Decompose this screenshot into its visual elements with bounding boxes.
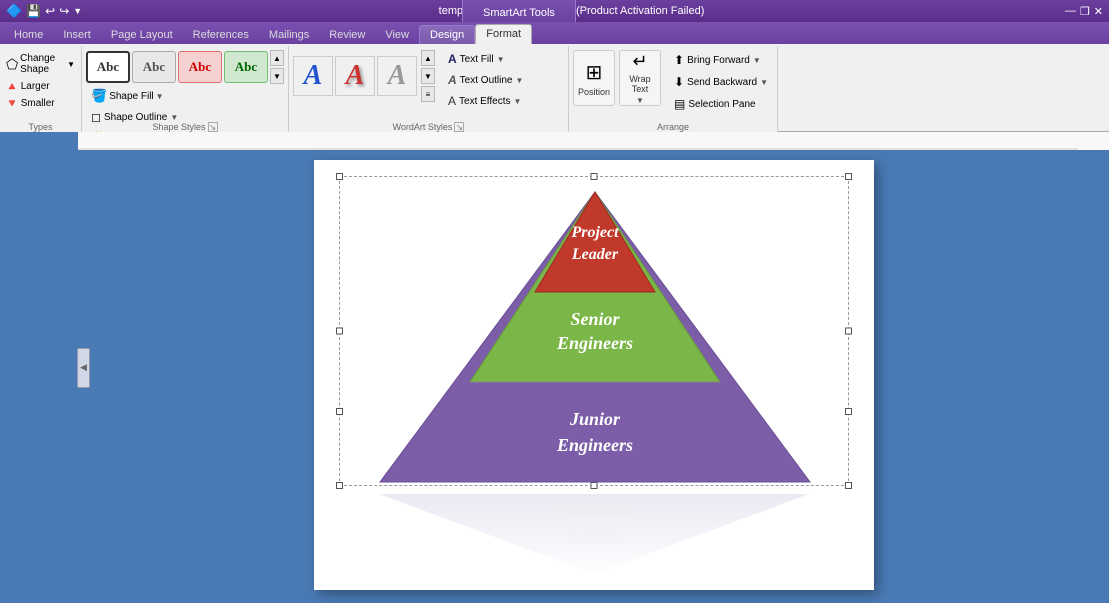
- tab-design[interactable]: Design: [419, 25, 475, 44]
- panel-collapse-handle[interactable]: ◀: [77, 348, 90, 388]
- text-fill-icon: A: [448, 52, 457, 66]
- smartart-selection-box[interactable]: Project Leader Senior Engineers Junior E…: [339, 176, 849, 486]
- svg-text:Senior: Senior: [570, 309, 620, 329]
- svg-text:Project: Project: [570, 224, 619, 241]
- arrange-label: Arrange: [569, 122, 777, 132]
- send-backward-icon: ⬇: [674, 75, 684, 89]
- undo-icon[interactable]: ↩: [45, 4, 55, 18]
- tab-view[interactable]: View: [375, 26, 419, 44]
- shape-fill-icon: 🪣: [91, 88, 107, 104]
- svg-text:Engineers: Engineers: [555, 435, 632, 455]
- change-shape-icon: ⬠: [6, 56, 18, 73]
- position-label: Position: [578, 87, 610, 97]
- shape-styles-label: Shape Styles ↘: [82, 122, 288, 132]
- tab-home[interactable]: Home: [4, 26, 53, 44]
- text-fill-cmd[interactable]: A Text Fill ▼: [443, 50, 528, 68]
- tab-references[interactable]: References: [183, 26, 259, 44]
- wrap-text-btn[interactable]: ↵ Wrap Text ▼: [619, 50, 661, 106]
- pyramid-reflection: Junior Engineers: [339, 494, 849, 574]
- wrap-text-icon: ↵: [632, 51, 647, 72]
- larger-btn[interactable]: 🔺 Larger: [3, 78, 78, 95]
- scroll-up[interactable]: ▲: [270, 50, 284, 66]
- change-shape-btn[interactable]: ⬠ Change Shape ▼: [3, 50, 78, 78]
- close-btn[interactable]: ✕: [1094, 5, 1103, 18]
- save-icon[interactable]: 💾: [26, 4, 41, 18]
- smartart-tools-label: SmartArt Tools: [462, 0, 576, 22]
- position-btn[interactable]: ⊞ Position: [573, 50, 615, 106]
- wordart-styles-group: A A A ▲ ▼ ≡ A Text Fill ▼ A Text Outline: [289, 46, 569, 134]
- bring-forward-cmd[interactable]: ⬆ Bring Forward ▼: [669, 50, 773, 70]
- shape-style-btn-1[interactable]: Abc: [86, 51, 130, 83]
- svg-text:Engineers: Engineers: [555, 333, 632, 353]
- shape-fill-cmd[interactable]: 🪣 Shape Fill ▼: [86, 86, 169, 106]
- minimize-btn[interactable]: —: [1065, 5, 1076, 17]
- document-page: Project Leader Senior Engineers Junior E…: [314, 160, 874, 590]
- send-backward-cmd[interactable]: ⬇ Send Backward ▼: [669, 72, 773, 92]
- pyramid-chart: Project Leader Senior Engineers Junior E…: [340, 177, 850, 487]
- wordart-style-3[interactable]: A: [377, 56, 417, 96]
- change-shape-group: ⬠ Change Shape ▼ 🔺 Larger 🔻 Smaller Type…: [0, 46, 82, 134]
- tab-mailings[interactable]: Mailings: [259, 26, 319, 44]
- wordart-style-2[interactable]: A: [335, 56, 375, 96]
- wordart-style-1[interactable]: A: [293, 56, 333, 96]
- types-label: Types: [0, 122, 81, 132]
- shape-style-btn-2[interactable]: Abc: [132, 51, 176, 83]
- arrange-group: ⊞ Position ↵ Wrap Text ▼ ⬆ Bring Forward…: [569, 46, 778, 134]
- svg-text:Leader: Leader: [570, 246, 618, 263]
- wrap-text-label: Wrap Text: [620, 74, 660, 94]
- restore-btn[interactable]: ❐: [1080, 5, 1090, 18]
- wordart-styles-label: WordArt Styles ↘: [289, 122, 568, 132]
- wordart-scroll[interactable]: ▲ ▼ ≡: [421, 50, 435, 102]
- content-area: Project Leader Senior Engineers Junior E…: [78, 150, 1109, 603]
- selection-pane-icon: ▤: [674, 97, 685, 111]
- shape-style-btn-3[interactable]: Abc: [178, 51, 222, 83]
- text-outline-cmd[interactable]: A Text Outline ▼: [443, 71, 528, 89]
- tab-page-layout[interactable]: Page Layout: [101, 26, 183, 44]
- selection-pane-cmd[interactable]: ▤ Selection Pane: [669, 94, 773, 114]
- text-outline-icon: A: [448, 73, 457, 87]
- app-icon: 🔷: [6, 3, 22, 19]
- qa-dropdown-icon[interactable]: ▼: [73, 6, 82, 16]
- svg-text:Junior: Junior: [568, 409, 620, 429]
- text-effects-cmd[interactable]: A Text Effects ▼: [443, 92, 528, 110]
- redo-icon[interactable]: ↪: [59, 4, 69, 18]
- smaller-btn[interactable]: 🔻 Smaller: [3, 95, 78, 112]
- bring-forward-icon: ⬆: [674, 53, 684, 67]
- left-sidebar: ◀: [0, 132, 78, 603]
- tab-insert[interactable]: Insert: [53, 26, 101, 44]
- tab-format[interactable]: Format: [475, 24, 532, 44]
- tab-review[interactable]: Review: [319, 26, 375, 44]
- shape-styles-group: Abc Abc Abc Abc ▲ ▼ 🪣 Shape Fill ▼: [82, 46, 289, 134]
- text-effects-icon: A: [448, 94, 456, 108]
- position-icon: ⊞: [586, 60, 603, 85]
- scroll-down[interactable]: ▼: [270, 68, 284, 84]
- ruler: [78, 132, 1109, 150]
- shape-style-btn-4[interactable]: Abc: [224, 51, 268, 83]
